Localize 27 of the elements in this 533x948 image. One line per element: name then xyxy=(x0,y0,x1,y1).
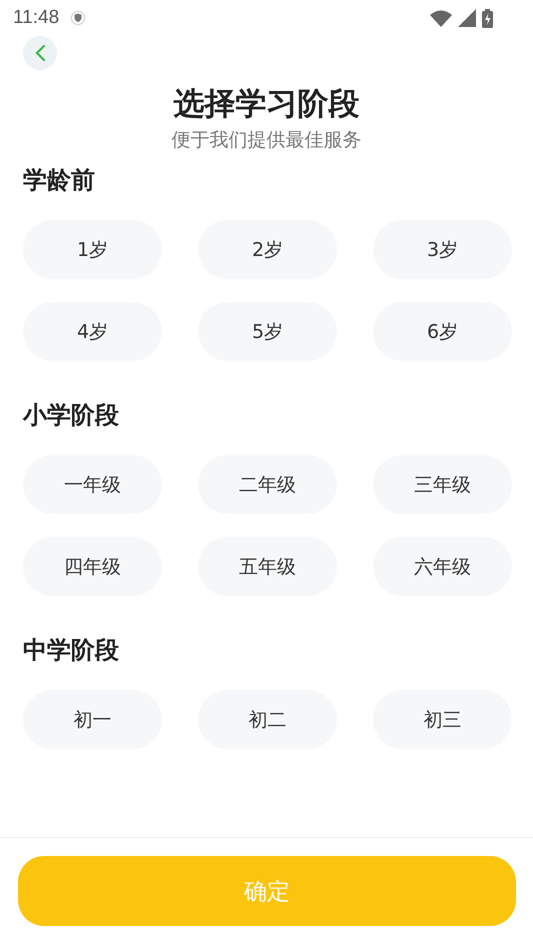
shield-icon xyxy=(71,11,86,25)
status-time: 11:48 xyxy=(13,7,60,29)
back-icon xyxy=(34,44,46,62)
option-button[interactable]: 2岁 xyxy=(198,220,337,279)
option-button[interactable]: 六年级 xyxy=(373,537,512,596)
option-button[interactable]: 4岁 xyxy=(23,302,162,361)
option-button[interactable]: 二年级 xyxy=(198,455,337,514)
option-button[interactable]: 四年级 xyxy=(23,537,162,596)
battery-icon xyxy=(482,8,493,28)
section-heading: 学龄前 xyxy=(23,165,96,196)
signal-icon xyxy=(458,9,476,27)
option-button[interactable]: 6岁 xyxy=(373,302,512,361)
option-button[interactable]: 初一 xyxy=(23,690,162,749)
page-title: 选择学习阶段 xyxy=(172,85,360,124)
option-button[interactable]: 3岁 xyxy=(373,220,512,279)
option-button[interactable]: 一年级 xyxy=(23,455,162,514)
option-button[interactable]: 初三 xyxy=(373,690,512,749)
wifi-icon xyxy=(430,10,452,26)
back-button[interactable] xyxy=(23,36,57,70)
option-button[interactable]: 1岁 xyxy=(23,220,162,279)
page-subtitle: 便于我们提供最佳服务 xyxy=(170,128,362,152)
option-button[interactable]: 5岁 xyxy=(198,302,337,361)
option-button[interactable]: 初二 xyxy=(198,690,337,749)
option-button[interactable]: 三年级 xyxy=(373,455,512,514)
option-button[interactable]: 五年级 xyxy=(198,537,337,596)
section-heading: 中学阶段 xyxy=(23,635,120,666)
section-heading: 小学阶段 xyxy=(23,400,120,431)
